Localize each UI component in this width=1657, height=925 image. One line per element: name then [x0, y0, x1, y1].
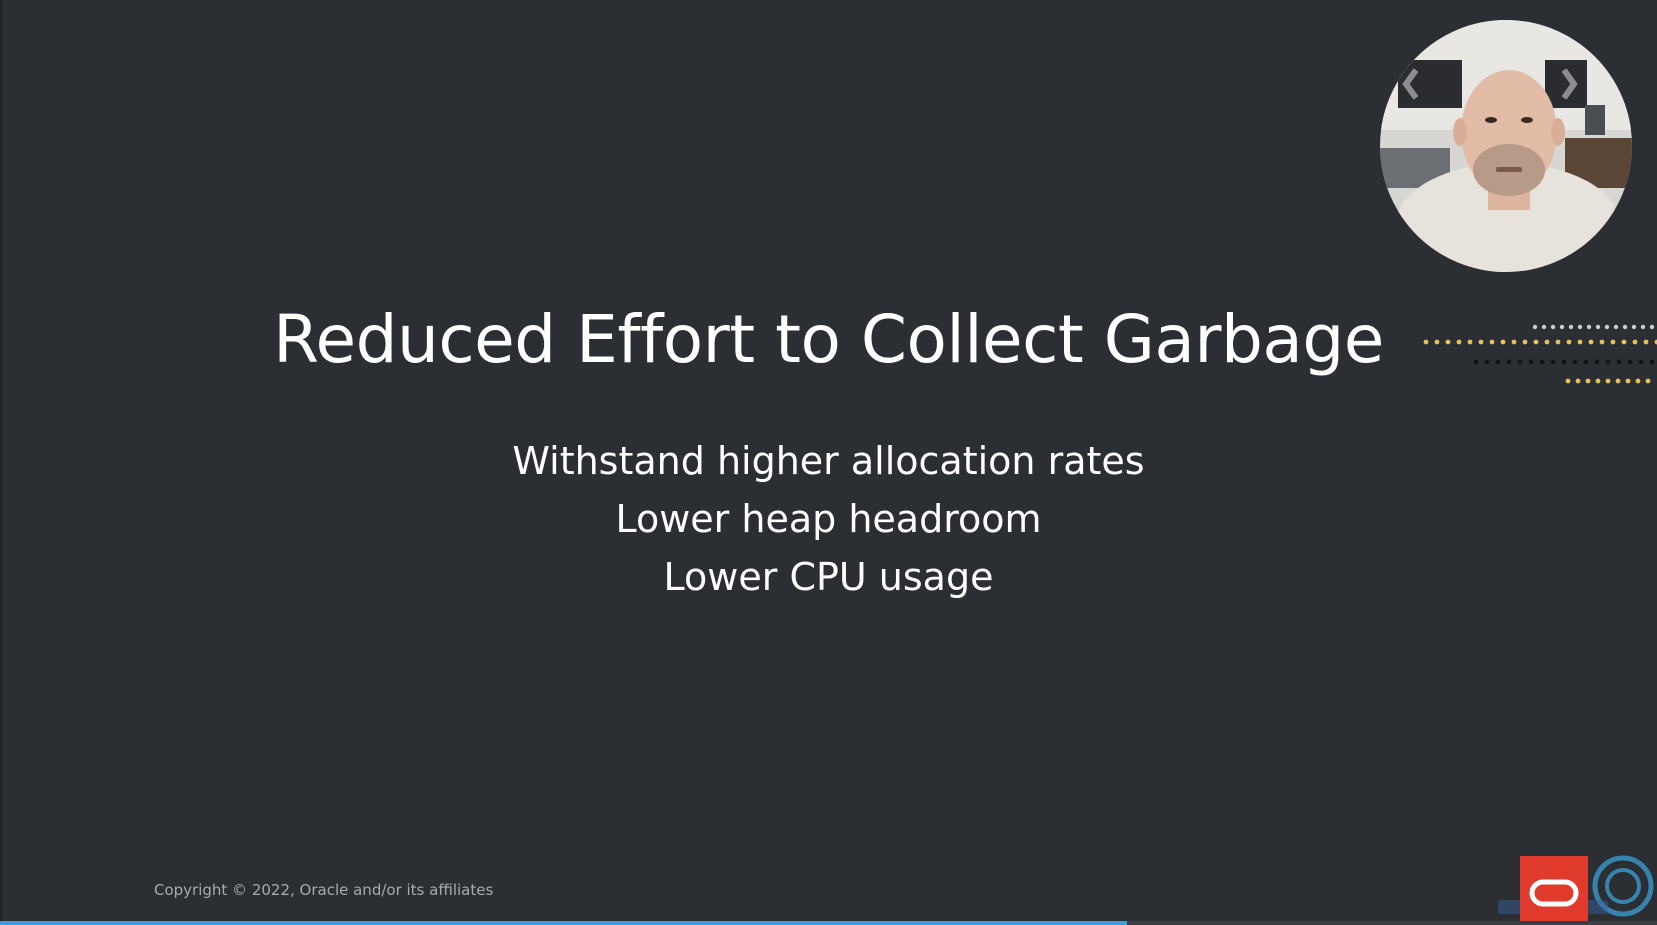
decorative-dots: [1423, 324, 1657, 384]
decorative-dot: [1522, 339, 1528, 345]
decorative-dot: [1613, 324, 1619, 330]
decorative-dot: [1500, 339, 1506, 345]
decorative-dot: [1473, 359, 1479, 365]
decorative-dot: [1595, 378, 1601, 384]
bullet-item: Lower CPU usage: [663, 555, 994, 599]
decorative-dot: [1605, 359, 1611, 365]
decorative-dot: [1631, 324, 1637, 330]
decorative-dot: [1649, 359, 1655, 365]
decorative-dot: [1645, 378, 1651, 384]
decorative-dot: [1532, 324, 1538, 330]
decorative-dot: [1605, 378, 1611, 384]
decorative-dot: [1484, 359, 1490, 365]
decorative-dot: [1478, 339, 1484, 345]
decorative-dot: [1572, 359, 1578, 365]
decorative-dot: [1588, 339, 1594, 345]
decorative-dot: [1423, 339, 1429, 345]
decorative-dot: [1539, 359, 1545, 365]
decorative-dot: [1575, 378, 1581, 384]
decorative-dot: [1577, 339, 1583, 345]
decorative-dot: [1566, 339, 1572, 345]
bullet-item: Lower heap headroom: [615, 497, 1042, 541]
copyright-text: Copyright © 2022, Oracle and/or its affi…: [154, 881, 494, 899]
decorative-dot: [1643, 339, 1649, 345]
decorative-dot: [1635, 378, 1641, 384]
decorative-dot: [1616, 359, 1622, 365]
video-progress-bar[interactable]: [0, 921, 1657, 925]
decorative-dot: [1586, 324, 1592, 330]
decorative-dot: [1622, 324, 1628, 330]
decorative-dot: [1585, 378, 1591, 384]
decorative-dot: [1577, 324, 1583, 330]
decorative-dot: [1632, 339, 1638, 345]
decorative-dot: [1489, 339, 1495, 345]
decorative-dot: [1615, 378, 1621, 384]
bullet-item: Withstand higher allocation rates: [512, 439, 1145, 483]
decorative-dot: [1544, 339, 1550, 345]
decorative-dot: [1565, 378, 1571, 384]
decorative-dot: [1625, 378, 1631, 384]
decorative-dot: [1594, 359, 1600, 365]
decorative-dot: [1599, 339, 1605, 345]
decorative-dot: [1621, 339, 1627, 345]
decorative-dot: [1649, 324, 1655, 330]
decorative-dot: [1495, 359, 1501, 365]
decorative-dot: [1445, 339, 1451, 345]
decorative-dot: [1559, 324, 1565, 330]
progress-fill: [0, 921, 1127, 925]
decorative-dot: [1638, 359, 1644, 365]
decorative-dot: [1434, 339, 1440, 345]
decorative-dot: [1568, 324, 1574, 330]
decorative-dot: [1555, 339, 1561, 345]
decorative-dot: [1640, 324, 1646, 330]
decorative-dot: [1604, 324, 1610, 330]
decorative-dot: [1550, 359, 1556, 365]
decorative-dot: [1550, 324, 1556, 330]
decorative-dot: [1610, 339, 1616, 345]
presenter-webcam: [1380, 20, 1632, 272]
decorative-dot: [1506, 359, 1512, 365]
decorative-dot: [1467, 339, 1473, 345]
decorative-dot: [1533, 339, 1539, 345]
slide: Reduced Effort to Collect Garbage Withst…: [0, 0, 1657, 925]
slide-bullets: Withstand higher allocation rates Lower …: [0, 432, 1657, 606]
decorative-dot: [1517, 359, 1523, 365]
oracle-logo-icon: [1520, 856, 1588, 925]
decorative-dot: [1595, 324, 1601, 330]
decorative-dot: [1561, 359, 1567, 365]
decorative-dot: [1627, 359, 1633, 365]
decorative-dot: [1511, 339, 1517, 345]
slide-title: Reduced Effort to Collect Garbage: [273, 301, 1384, 378]
decorative-dot: [1456, 339, 1462, 345]
decorative-dot: [1528, 359, 1534, 365]
decorative-dot: [1541, 324, 1547, 330]
decorative-dot: [1583, 359, 1589, 365]
